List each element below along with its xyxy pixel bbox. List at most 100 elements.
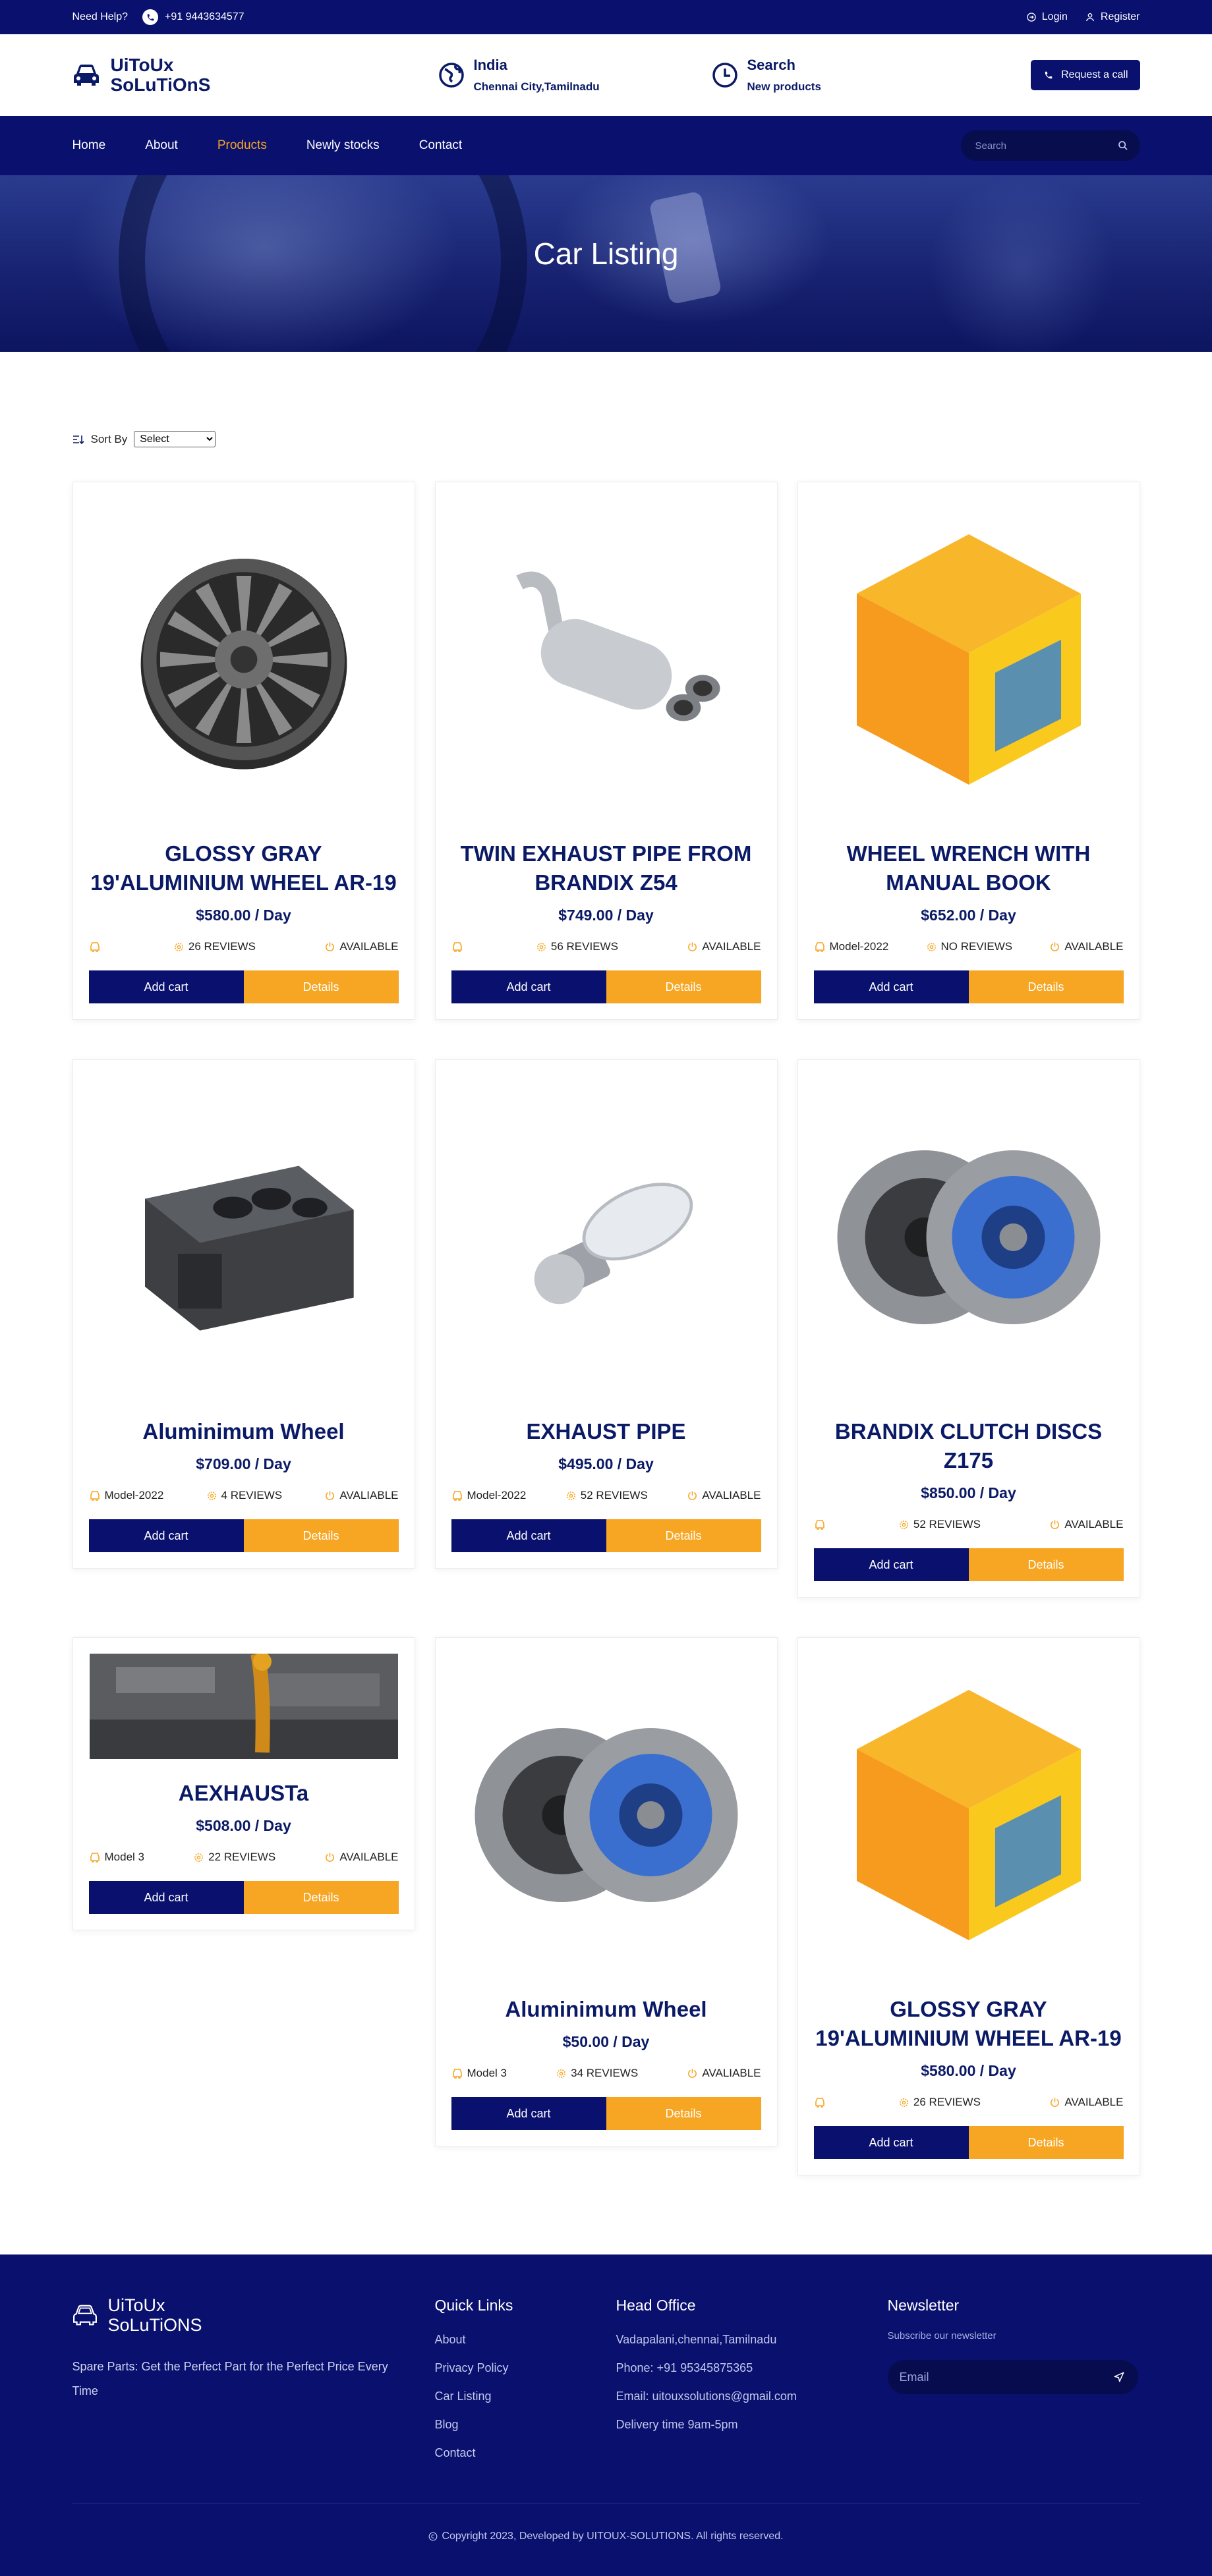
car-icon <box>815 942 824 952</box>
product-card[interactable]: GLOSSY GRAY 19'ALUMINIUM WHEEL AR-19 $580… <box>72 482 415 1020</box>
nav-search <box>960 130 1140 161</box>
footer-link-contact[interactable]: Contact <box>435 2446 616 2460</box>
details-button[interactable]: Details <box>243 970 399 1003</box>
product-name[interactable]: AEXHAUSTa <box>89 1779 399 1808</box>
login-link[interactable]: Login <box>1026 11 1068 23</box>
product-status: AVAILABLE <box>324 1851 399 1864</box>
product-image[interactable] <box>88 1654 399 1759</box>
power-icon <box>688 1490 697 1500</box>
product-meta: 26 REVIEWS AVAILABLE <box>89 940 399 953</box>
nav-about[interactable]: About <box>145 138 178 153</box>
add-cart-button[interactable]: Add cart <box>451 1519 606 1552</box>
request-call-button[interactable]: Request a call <box>1031 60 1140 90</box>
search-input[interactable] <box>975 140 1118 152</box>
product-card[interactable]: TWIN EXHAUST PIPE FROM BRANDIX Z54 $749.0… <box>434 482 778 1020</box>
details-button[interactable]: Details <box>968 1548 1124 1581</box>
product-price: $580.00 / Day <box>921 2062 1016 2079</box>
office-phone: Phone: +91 95345875365 <box>616 2361 753 2374</box>
add-cart-button[interactable]: Add cart <box>88 1881 244 1914</box>
product-price: $580.00 / Day <box>196 907 291 924</box>
product-reviews: 52 REVIEWS <box>898 1518 981 1531</box>
quick-links-list: About Privacy Policy Car Listing Blog Co… <box>435 2333 616 2460</box>
product-image[interactable] <box>813 1076 1124 1399</box>
gear-icon <box>536 942 546 951</box>
details-button[interactable]: Details <box>968 970 1124 1003</box>
gear-icon <box>566 1491 575 1500</box>
nav-newly-stocks[interactable]: Newly stocks <box>306 138 380 153</box>
product-image[interactable] <box>451 498 761 821</box>
details-button[interactable]: Details <box>606 1519 761 1552</box>
add-cart-button[interactable]: Add cart <box>88 970 244 1003</box>
product-image[interactable] <box>813 1654 1124 1976</box>
product-meta: Model 3 34 REVIEWS AVALIABLE <box>451 2067 761 2080</box>
phone-number: +91 9443634577 <box>165 11 245 22</box>
product-image[interactable] <box>813 498 1124 821</box>
product-name[interactable]: Aluminimum Wheel <box>89 1417 399 1446</box>
add-cart-button[interactable]: Add cart <box>813 1548 969 1581</box>
product-status: AVALIABLE <box>687 2067 761 2080</box>
product-reviews-label: 26 REVIEWS <box>913 2096 981 2108</box>
product-name[interactable]: GLOSSY GRAY 19'ALUMINIUM WHEEL AR-19 <box>814 1995 1124 2053</box>
product-image[interactable] <box>88 1076 399 1399</box>
add-cart-button[interactable]: Add cart <box>813 970 969 1003</box>
clutch-discs-icon <box>475 1728 737 1902</box>
details-button[interactable]: Details <box>606 2097 761 2130</box>
product-name[interactable]: WHEEL WRENCH WITH MANUAL BOOK <box>814 839 1124 897</box>
car-icon <box>90 942 100 952</box>
add-cart-button[interactable]: Add cart <box>451 2097 606 2130</box>
search-info[interactable]: Search New products <box>712 57 989 94</box>
footer-link-about[interactable]: About <box>435 2333 616 2347</box>
product-meta: Model-2022 52 REVIEWS AVALIABLE <box>451 1489 761 1502</box>
product-name[interactable]: GLOSSY GRAY 19'ALUMINIUM WHEEL AR-19 <box>89 839 399 897</box>
product-reviews-label: 34 REVIEWS <box>571 2067 639 2079</box>
product-meta: Model 3 22 REVIEWS AVAILABLE <box>89 1851 399 1864</box>
product-card[interactable]: WHEEL WRENCH WITH MANUAL BOOK $652.00 / D… <box>797 482 1140 1020</box>
product-image[interactable] <box>88 498 399 821</box>
product-card[interactable]: GLOSSY GRAY 19'ALUMINIUM WHEEL AR-19 $580… <box>797 1637 1140 2175</box>
product-name[interactable]: TWIN EXHAUST PIPE FROM BRANDIX Z54 <box>451 839 761 897</box>
main-nav: Home About Products Newly stocks Contact <box>0 116 1212 175</box>
product-model: Model-2022 <box>89 1489 163 1502</box>
search-icon[interactable] <box>1118 140 1128 151</box>
add-cart-button[interactable]: Add cart <box>451 970 606 1003</box>
product-card[interactable]: Aluminimum Wheel $709.00 / Day Model-2022 4… <box>72 1059 415 1569</box>
details-button[interactable]: Details <box>606 970 761 1003</box>
details-button[interactable]: Details <box>243 1881 399 1914</box>
product-name[interactable]: BRANDIX CLUTCH DISCS Z175 <box>814 1417 1124 1475</box>
phone-link[interactable]: +91 9443634577 <box>142 9 245 25</box>
footer-link-car-listing[interactable]: Car Listing <box>435 2390 616 2403</box>
nav-contact[interactable]: Contact <box>419 138 462 153</box>
send-icon[interactable] <box>1113 2371 1125 2383</box>
product-card[interactable]: AEXHAUSTa $508.00 / Day Model 3 22 REVIEWS A… <box>72 1637 415 1930</box>
headlight-bulb-icon <box>534 1183 693 1304</box>
details-button[interactable]: Details <box>243 1519 399 1552</box>
details-button[interactable]: Details <box>968 2126 1124 2159</box>
product-status: AVALIABLE <box>687 1489 761 1502</box>
phone-icon <box>1045 71 1053 79</box>
product-image[interactable] <box>451 1654 761 1976</box>
register-label: Register <box>1100 11 1140 22</box>
product-name[interactable]: EXHAUST PIPE <box>451 1417 761 1446</box>
product-card[interactable]: EXHAUST PIPE $495.00 / Day Model-2022 52 RE… <box>434 1059 778 1569</box>
footer-logo[interactable]: UiToUx SoLuTiONS <box>72 2295 435 2335</box>
product-card[interactable]: BRANDIX CLUTCH DISCS Z175 $850.00 / Day 52… <box>797 1059 1140 1598</box>
product-reviews-label: 52 REVIEWS <box>580 1489 648 1501</box>
power-icon <box>326 1852 335 1862</box>
site-logo[interactable]: UiToUx SoLuTiOnS <box>72 55 438 95</box>
nav-home[interactable]: Home <box>72 138 106 153</box>
product-card[interactable]: Aluminimum Wheel $50.00 / Day Model 3 34 RE… <box>434 1637 778 2146</box>
footer-link-privacy[interactable]: Privacy Policy <box>435 2361 616 2375</box>
nav-products[interactable]: Products <box>217 138 267 153</box>
copyright-icon <box>429 2532 438 2541</box>
sort-select[interactable]: Select <box>134 431 216 447</box>
footer-link-blog[interactable]: Blog <box>435 2418 616 2432</box>
register-link[interactable]: Register <box>1085 11 1140 23</box>
newsletter-email-input[interactable] <box>899 2370 1113 2384</box>
add-cart-button[interactable]: Add cart <box>88 1519 244 1552</box>
product-price: $850.00 / Day <box>921 1484 1016 1501</box>
product-name[interactable]: Aluminimum Wheel <box>451 1995 761 2024</box>
product-reviews-label: 26 REVIEWS <box>188 940 256 953</box>
product-status: AVAILABLE <box>324 940 398 953</box>
add-cart-button[interactable]: Add cart <box>813 2126 969 2159</box>
product-image[interactable] <box>451 1076 761 1399</box>
